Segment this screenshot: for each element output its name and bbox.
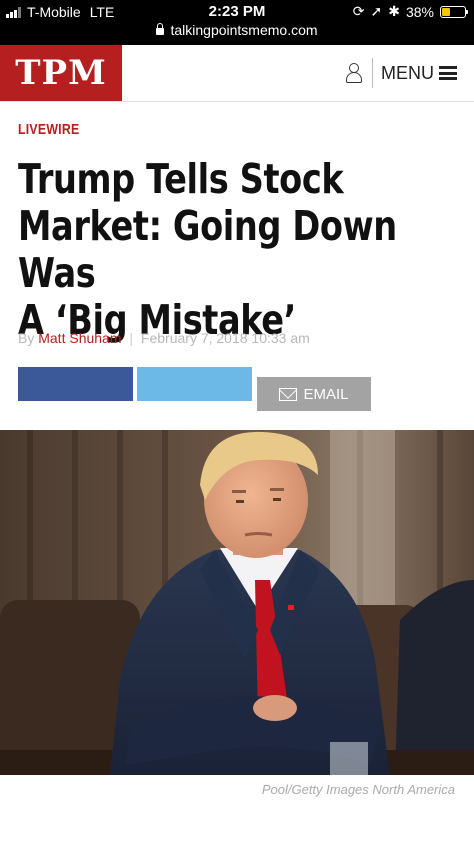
lock-icon [156, 23, 165, 35]
facebook-share-button[interactable] [18, 367, 133, 401]
battery-icon [440, 5, 468, 18]
hamburger-icon [439, 66, 457, 80]
photo-illustration [0, 430, 474, 775]
byline-prefix: By [18, 330, 35, 346]
article-headline: Trump Tells Stock Market: Going Down Was… [18, 156, 428, 344]
rotation-lock-icon: ⟳ [352, 3, 365, 19]
menu-button[interactable]: MENU [381, 61, 457, 85]
site-logo[interactable]: TPM [0, 45, 122, 101]
headline-line: Trump Tells Stock [18, 155, 344, 203]
email-share-button[interactable]: EMAIL [257, 377, 371, 411]
url-text[interactable]: talkingpointsmemo.com [170, 22, 317, 38]
section-kicker[interactable]: LIVEWIRE [18, 121, 79, 138]
byline-separator: | [129, 330, 134, 346]
site-header: TPM MENU [0, 45, 474, 102]
user-account-button[interactable] [340, 59, 368, 87]
publish-date: February 7, 2018 10:33 am [140, 330, 310, 346]
article-photo [0, 430, 474, 775]
battery-percent: 38% [405, 3, 434, 20]
status-bar: T-Mobile LTE 2:23 PM ⟳ ➚ ✱ 38% talkingpo… [0, 0, 474, 45]
mail-icon [279, 387, 298, 401]
photo-caption: Pool/Getty Images North America [261, 782, 455, 797]
battery-level [442, 7, 451, 16]
twitter-share-button[interactable] [137, 367, 252, 401]
author-link[interactable]: Matt Shuham [38, 330, 121, 346]
address-bar[interactable]: talkingpointsmemo.com [0, 22, 474, 38]
email-share-label: EMAIL [303, 385, 349, 403]
headline-line: Market: Going Down Was [18, 202, 397, 297]
menu-label: MENU [381, 62, 434, 83]
header-divider [372, 58, 373, 88]
byline: By Matt Shuham | February 7, 2018 10:33 … [18, 330, 310, 346]
bluetooth-icon: ✱ [388, 3, 400, 19]
status-right: ⟳ ➚ ✱ 38% [352, 3, 468, 20]
location-icon: ➚ [370, 3, 383, 19]
